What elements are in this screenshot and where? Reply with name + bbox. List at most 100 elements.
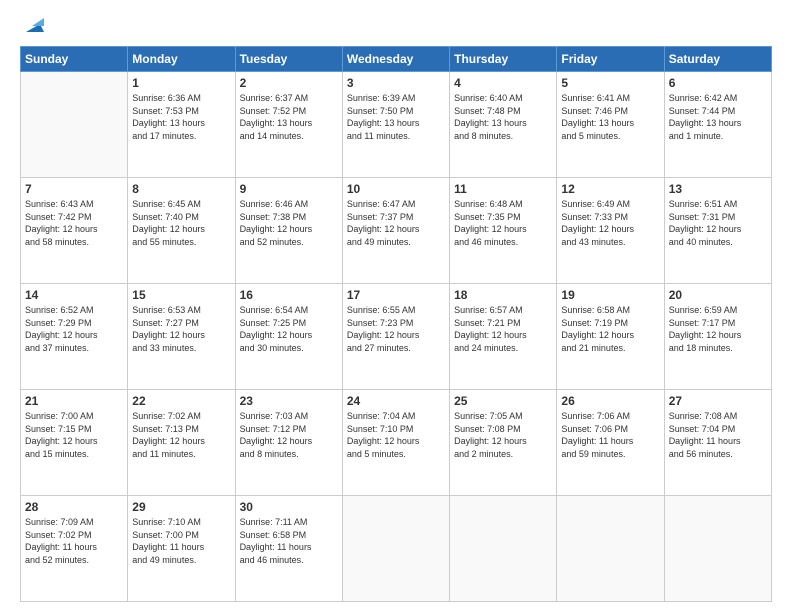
weekday-header-tuesday: Tuesday — [235, 47, 342, 72]
calendar-cell: 16 Sunrise: 6:54 AM Sunset: 7:25 PM Dayli… — [235, 284, 342, 390]
weekday-header-sunday: Sunday — [21, 47, 128, 72]
week-row-1: 1 Sunrise: 6:36 AM Sunset: 7:53 PM Daylig… — [21, 72, 772, 178]
day-info: Sunrise: 7:05 AM Sunset: 7:08 PM Dayligh… — [454, 410, 552, 460]
logo-icon — [22, 14, 44, 36]
calendar-cell: 15 Sunrise: 6:53 AM Sunset: 7:27 PM Dayli… — [128, 284, 235, 390]
day-number: 24 — [347, 394, 445, 408]
day-number: 1 — [132, 76, 230, 90]
day-number: 14 — [25, 288, 123, 302]
calendar-cell: 20Sunrise: 6:59 AM Sunset: 7:17 PM Dayli… — [664, 284, 771, 390]
header — [20, 18, 772, 36]
day-number: 4 — [454, 76, 552, 90]
calendar-cell: 13 Sunrise: 6:51 AM Sunset: 7:31 PM Dayli… — [664, 178, 771, 284]
day-number: 28 — [25, 500, 123, 514]
day-info: Sunrise: 6:48 AM Sunset: 7:35 PM Dayligh… — [454, 198, 552, 248]
day-info: Sunrise: 6:41 AM Sunset: 7:46 PM Dayligh… — [561, 92, 659, 142]
calendar-cell: 14Sunrise: 6:52 AM Sunset: 7:29 PM Dayli… — [21, 284, 128, 390]
week-row-4: 21 Sunrise: 7:00 AM Sunset: 7:15 PM Dayli… — [21, 390, 772, 496]
calendar-cell — [342, 496, 449, 602]
calendar-cell: 23 Sunrise: 7:03 AM Sunset: 7:12 PM Dayli… — [235, 390, 342, 496]
day-info: Sunrise: 7:03 AM Sunset: 7:12 PM Dayligh… — [240, 410, 338, 460]
calendar-cell — [664, 496, 771, 602]
week-row-2: 7 Sunrise: 6:43 AM Sunset: 7:42 PM Daylig… — [21, 178, 772, 284]
day-number: 21 — [25, 394, 123, 408]
calendar-cell: 10 Sunrise: 6:47 AM Sunset: 7:37 PM Dayli… — [342, 178, 449, 284]
day-number: 7 — [25, 182, 123, 196]
weekday-header-row: SundayMondayTuesdayWednesdayThursdayFrid… — [21, 47, 772, 72]
calendar-cell: 28 Sunrise: 7:09 AM Sunset: 7:02 PM Dayli… — [21, 496, 128, 602]
day-number: 5 — [561, 76, 659, 90]
day-info: Sunrise: 6:51 AM Sunset: 7:31 PM Dayligh… — [669, 198, 767, 248]
calendar-table: SundayMondayTuesdayWednesdayThursdayFrid… — [20, 46, 772, 602]
day-number: 3 — [347, 76, 445, 90]
week-row-3: 14Sunrise: 6:52 AM Sunset: 7:29 PM Dayli… — [21, 284, 772, 390]
day-number: 8 — [132, 182, 230, 196]
calendar-cell: 30 Sunrise: 7:11 AM Sunset: 6:58 PM Dayli… — [235, 496, 342, 602]
weekday-header-friday: Friday — [557, 47, 664, 72]
day-info: Sunrise: 6:55 AM Sunset: 7:23 PM Dayligh… — [347, 304, 445, 354]
day-info: Sunrise: 6:54 AM Sunset: 7:25 PM Dayligh… — [240, 304, 338, 354]
day-number: 23 — [240, 394, 338, 408]
calendar-cell — [21, 72, 128, 178]
calendar-cell: 22 Sunrise: 7:02 AM Sunset: 7:13 PM Dayli… — [128, 390, 235, 496]
day-info: Sunrise: 7:00 AM Sunset: 7:15 PM Dayligh… — [25, 410, 123, 460]
day-info: Sunrise: 6:43 AM Sunset: 7:42 PM Dayligh… — [25, 198, 123, 248]
day-info: Sunrise: 7:10 AM Sunset: 7:00 PM Dayligh… — [132, 516, 230, 566]
calendar-cell: 24 Sunrise: 7:04 AM Sunset: 7:10 PM Dayli… — [342, 390, 449, 496]
day-number: 10 — [347, 182, 445, 196]
calendar-cell: 18 Sunrise: 6:57 AM Sunset: 7:21 PM Dayli… — [450, 284, 557, 390]
day-number: 13 — [669, 182, 767, 196]
day-number: 11 — [454, 182, 552, 196]
day-info: Sunrise: 7:06 AM Sunset: 7:06 PM Dayligh… — [561, 410, 659, 460]
calendar-cell: 17 Sunrise: 6:55 AM Sunset: 7:23 PM Dayli… — [342, 284, 449, 390]
weekday-header-monday: Monday — [128, 47, 235, 72]
day-number: 2 — [240, 76, 338, 90]
day-number: 29 — [132, 500, 230, 514]
calendar-cell: 6Sunrise: 6:42 AM Sunset: 7:44 PM Daylig… — [664, 72, 771, 178]
calendar-cell: 7 Sunrise: 6:43 AM Sunset: 7:42 PM Daylig… — [21, 178, 128, 284]
calendar-cell — [450, 496, 557, 602]
day-number: 19 — [561, 288, 659, 302]
day-number: 30 — [240, 500, 338, 514]
day-info: Sunrise: 6:36 AM Sunset: 7:53 PM Dayligh… — [132, 92, 230, 142]
day-number: 12 — [561, 182, 659, 196]
day-info: Sunrise: 6:53 AM Sunset: 7:27 PM Dayligh… — [132, 304, 230, 354]
calendar-cell: 1 Sunrise: 6:36 AM Sunset: 7:53 PM Daylig… — [128, 72, 235, 178]
day-info: Sunrise: 7:04 AM Sunset: 7:10 PM Dayligh… — [347, 410, 445, 460]
calendar-cell: 12Sunrise: 6:49 AM Sunset: 7:33 PM Dayli… — [557, 178, 664, 284]
calendar-cell: 11 Sunrise: 6:48 AM Sunset: 7:35 PM Dayli… — [450, 178, 557, 284]
calendar-cell: 2 Sunrise: 6:37 AM Sunset: 7:52 PM Daylig… — [235, 72, 342, 178]
day-number: 27 — [669, 394, 767, 408]
day-number: 15 — [132, 288, 230, 302]
day-info: Sunrise: 7:11 AM Sunset: 6:58 PM Dayligh… — [240, 516, 338, 566]
weekday-header-saturday: Saturday — [664, 47, 771, 72]
day-number: 22 — [132, 394, 230, 408]
page: SundayMondayTuesdayWednesdayThursdayFrid… — [0, 0, 792, 612]
day-info: Sunrise: 6:37 AM Sunset: 7:52 PM Dayligh… — [240, 92, 338, 142]
calendar-cell — [557, 496, 664, 602]
day-info: Sunrise: 6:57 AM Sunset: 7:21 PM Dayligh… — [454, 304, 552, 354]
day-info: Sunrise: 6:45 AM Sunset: 7:40 PM Dayligh… — [132, 198, 230, 248]
day-info: Sunrise: 6:39 AM Sunset: 7:50 PM Dayligh… — [347, 92, 445, 142]
day-number: 18 — [454, 288, 552, 302]
calendar-cell: 25Sunrise: 7:05 AM Sunset: 7:08 PM Dayli… — [450, 390, 557, 496]
day-info: Sunrise: 6:46 AM Sunset: 7:38 PM Dayligh… — [240, 198, 338, 248]
day-info: Sunrise: 6:40 AM Sunset: 7:48 PM Dayligh… — [454, 92, 552, 142]
calendar-cell: 21 Sunrise: 7:00 AM Sunset: 7:15 PM Dayli… — [21, 390, 128, 496]
day-info: Sunrise: 6:59 AM Sunset: 7:17 PM Dayligh… — [669, 304, 767, 354]
calendar-cell: 5 Sunrise: 6:41 AM Sunset: 7:46 PM Daylig… — [557, 72, 664, 178]
day-number: 16 — [240, 288, 338, 302]
day-info: Sunrise: 7:09 AM Sunset: 7:02 PM Dayligh… — [25, 516, 123, 566]
day-number: 26 — [561, 394, 659, 408]
day-number: 17 — [347, 288, 445, 302]
day-number: 9 — [240, 182, 338, 196]
weekday-header-thursday: Thursday — [450, 47, 557, 72]
calendar-cell: 26 Sunrise: 7:06 AM Sunset: 7:06 PM Dayli… — [557, 390, 664, 496]
day-info: Sunrise: 6:42 AM Sunset: 7:44 PM Dayligh… — [669, 92, 767, 142]
calendar-cell: 29 Sunrise: 7:10 AM Sunset: 7:00 PM Dayli… — [128, 496, 235, 602]
calendar-cell: 8 Sunrise: 6:45 AM Sunset: 7:40 PM Daylig… — [128, 178, 235, 284]
calendar-cell: 3 Sunrise: 6:39 AM Sunset: 7:50 PM Daylig… — [342, 72, 449, 178]
calendar-cell: 27Sunrise: 7:08 AM Sunset: 7:04 PM Dayli… — [664, 390, 771, 496]
day-info: Sunrise: 6:47 AM Sunset: 7:37 PM Dayligh… — [347, 198, 445, 248]
day-info: Sunrise: 7:02 AM Sunset: 7:13 PM Dayligh… — [132, 410, 230, 460]
